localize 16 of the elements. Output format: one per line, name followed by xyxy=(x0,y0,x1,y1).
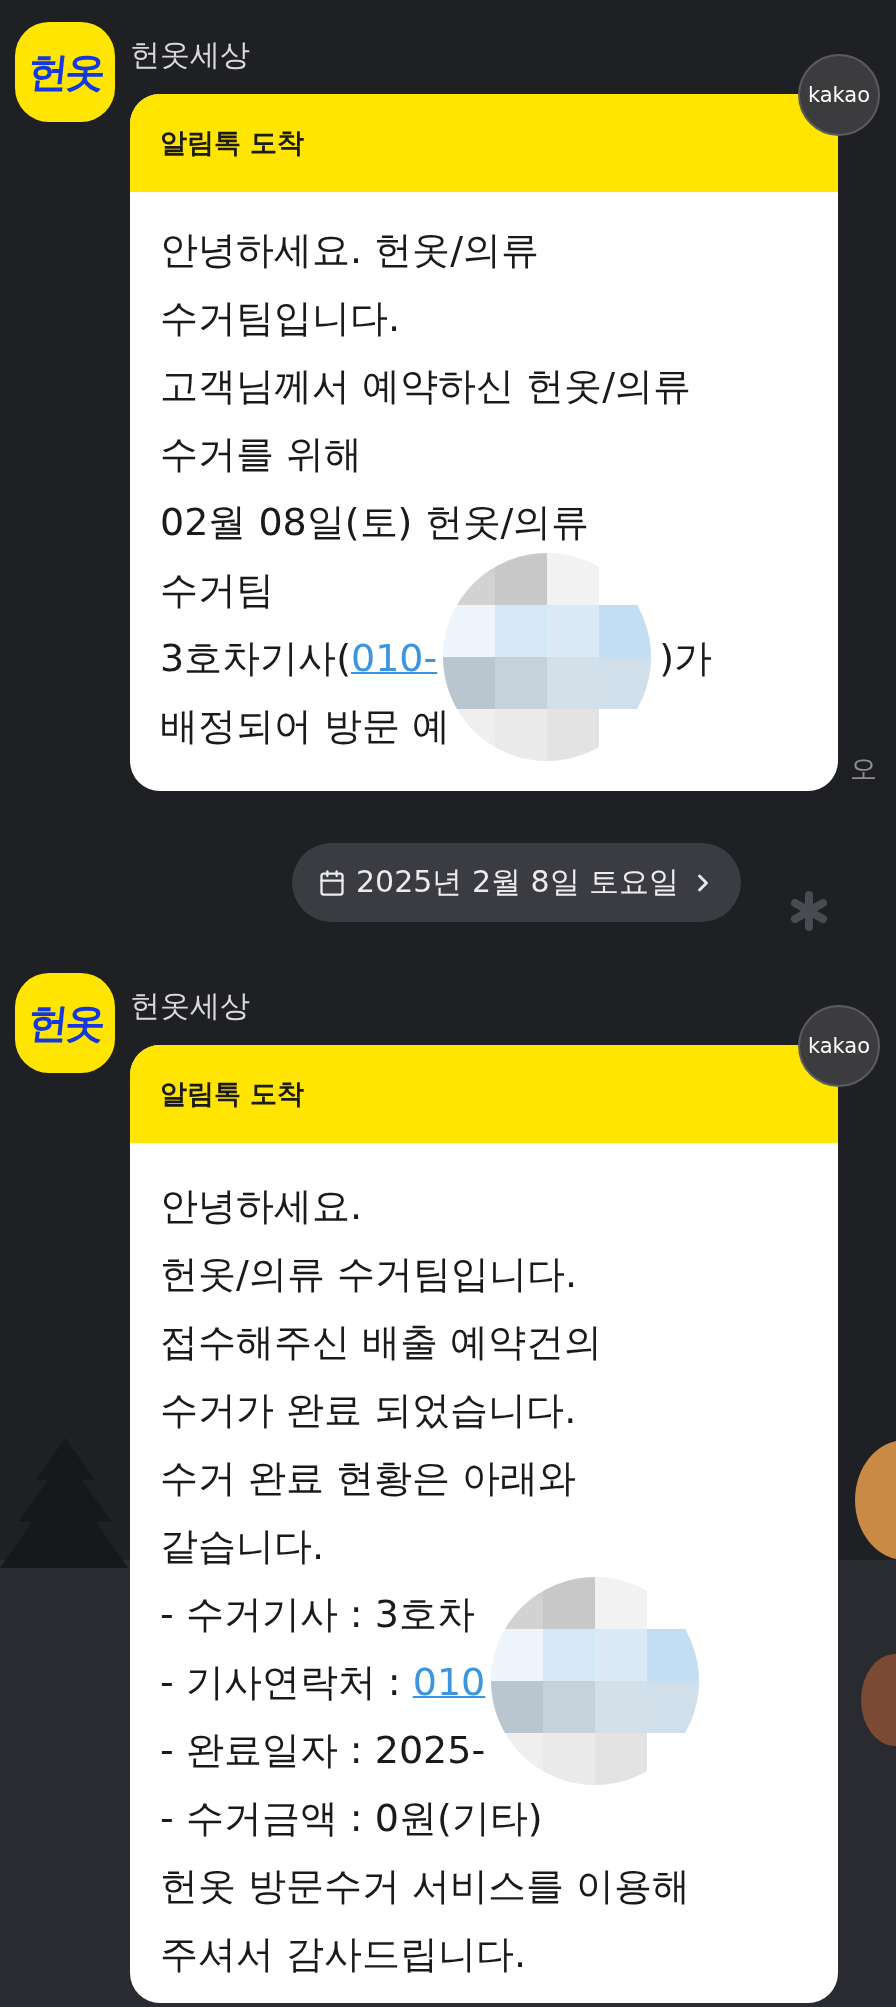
sender-name: 헌옷세상 xyxy=(130,36,250,74)
logo-text: 헌옷 xyxy=(25,47,105,97)
logo-text: 헌옷 xyxy=(25,998,105,1048)
message-text: 안녕하세요. 헌옷/의류 수거팀입니다. 고객님께서 예약하신 헌옷/의류 수거를 위해 02월 08일(토) 헌옷/의류 수거팀 3호차기사(010- )가 배정되어 방문 예 xyxy=(130,192,838,791)
profile-avatar[interactable]: 헌옷 xyxy=(15,973,115,1073)
sender-name: 헌옷세상 xyxy=(130,987,250,1025)
message-time: 오 xyxy=(850,752,877,786)
profile-avatar[interactable]: 헌옷 xyxy=(15,22,115,122)
snowflake-icon xyxy=(791,891,827,931)
calendar-icon xyxy=(318,868,346,897)
phone-link[interactable]: 010 xyxy=(412,1660,486,1704)
date-divider[interactable]: 2025년 2월 8일 토요일 xyxy=(292,843,742,922)
phone-link[interactable]: 010- xyxy=(351,636,438,680)
channel-badge: kakao xyxy=(798,1005,880,1087)
message-text: 안녕하세요. 헌옷/의류 수거팀입니다. 접수해주신 배출 예약건의 수거가 완료 되었습니다. 수거 완료 현황은 아래와 같습니다. - 수거기사 : 3호차 - 기사연락처 : 010 - 완료일자 : 2025- - 수거금액 : 0원(기타) 헌옷 방문수거 서비스를 이용해 주셔서 감사드립니다. xyxy=(130,1143,838,2003)
channel-badge: kakao xyxy=(798,54,880,136)
